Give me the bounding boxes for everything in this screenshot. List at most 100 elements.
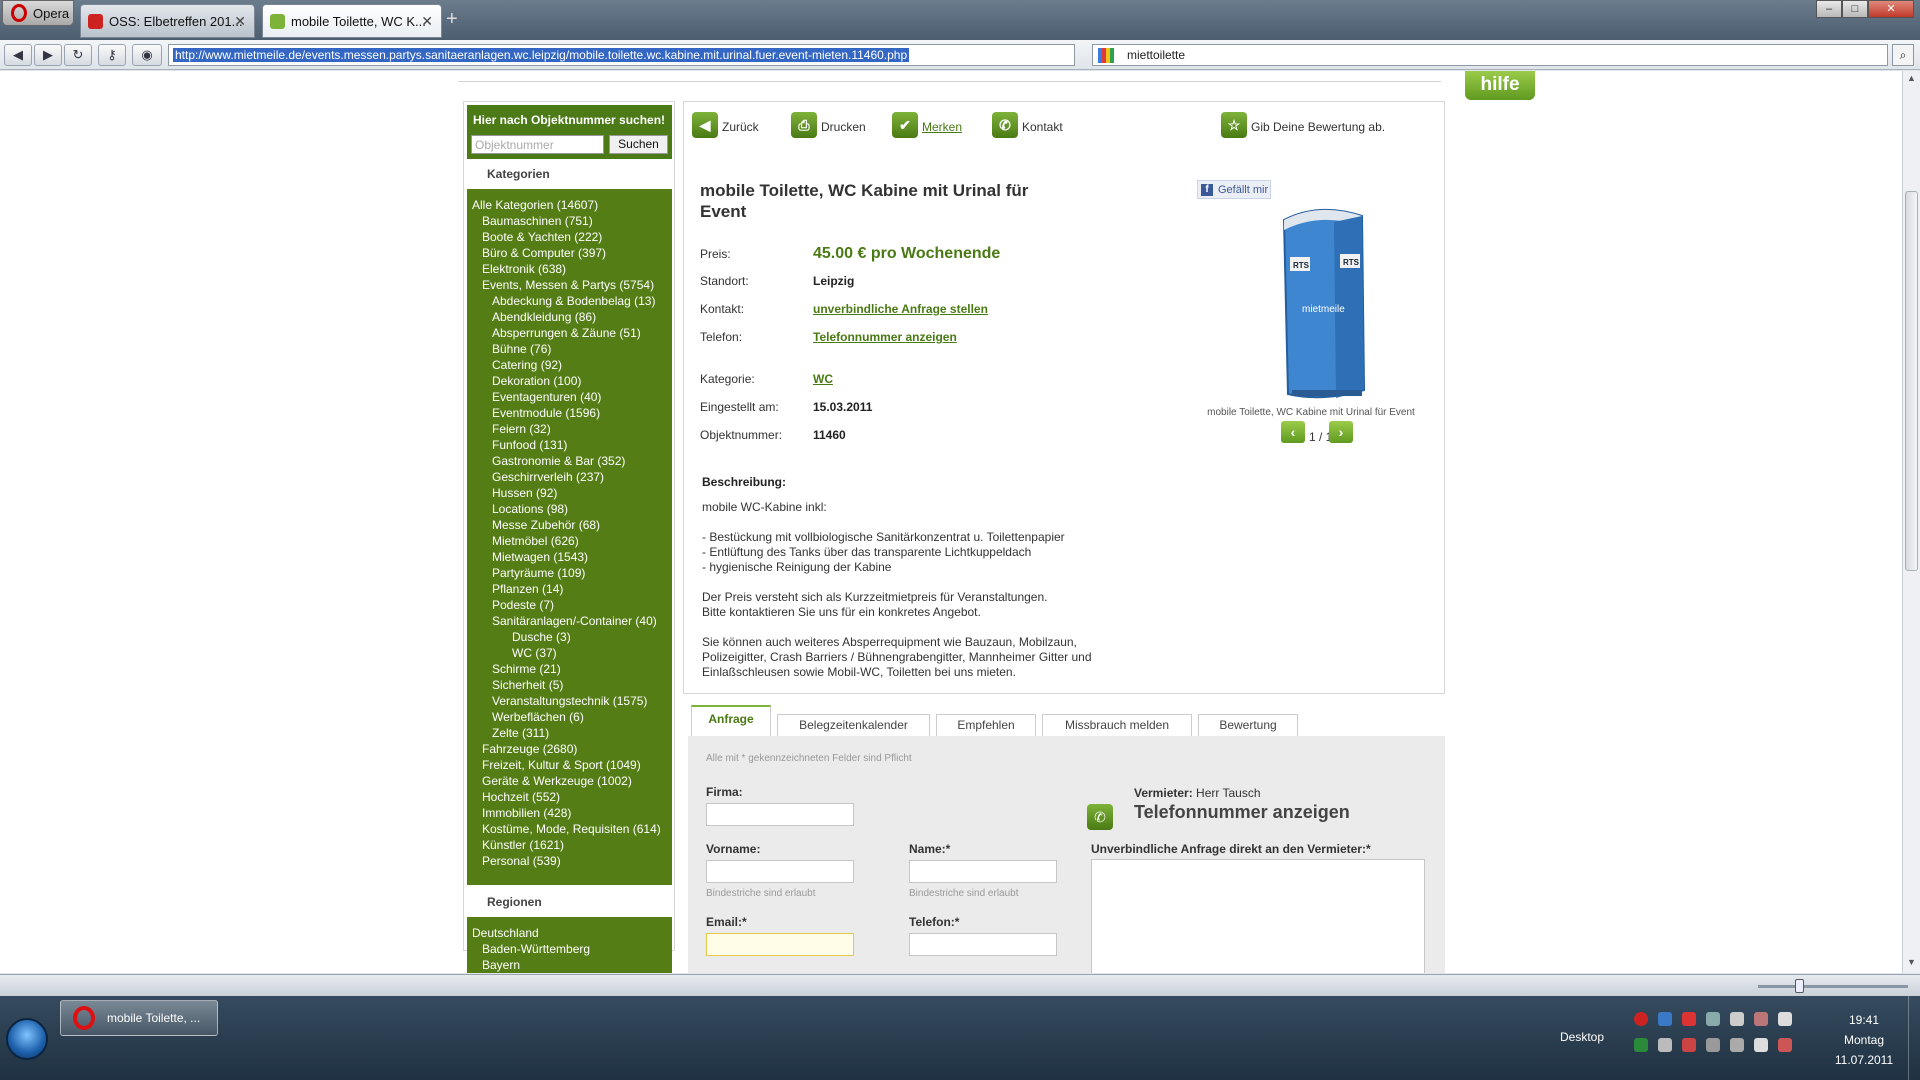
prev-image-button[interactable]: ‹	[1281, 421, 1305, 443]
category-item[interactable]: Eventmodule (1596)	[472, 405, 672, 421]
tab-missbrauch-melden[interactable]: Missbrauch melden	[1042, 714, 1192, 736]
forward-button[interactable]: ▶	[34, 44, 62, 66]
category-item[interactable]: Eventagenturen (40)	[472, 389, 672, 405]
region-item[interactable]: Baden-Württemberg	[472, 941, 672, 957]
telefon-input[interactable]	[909, 933, 1057, 956]
category-item[interactable]: Messe Zubehör (68)	[472, 517, 672, 533]
desktop-toolbar-label[interactable]: Desktop	[1560, 1030, 1604, 1044]
tray-network-icon[interactable]	[1658, 1012, 1672, 1026]
category-item[interactable]: Zelte (311)	[472, 725, 672, 741]
taskbar-opera-button[interactable]: mobile Toilette, ...	[60, 1000, 218, 1036]
vertical-scrollbar[interactable]: ▲ ▼	[1902, 71, 1920, 973]
reload-button[interactable]: ↻	[64, 44, 92, 66]
search-icon[interactable]: ⌕	[1892, 44, 1914, 66]
scroll-up-icon[interactable]: ▲	[1905, 73, 1918, 87]
facebook-like-button[interactable]: f Gefällt mir	[1197, 180, 1271, 199]
category-item[interactable]: Catering (92)	[472, 357, 672, 373]
back-action[interactable]: ◀ Zurück	[692, 112, 759, 140]
site-info-icon[interactable]: ◉	[132, 44, 162, 66]
tray-power-icon[interactable]	[1658, 1038, 1672, 1052]
wand-icon[interactable]: ⚷	[98, 44, 126, 66]
search-input[interactable]: miettoilette	[1092, 44, 1888, 66]
zoom-slider-handle[interactable]	[1795, 979, 1804, 993]
tab-belegzeitenkalender[interactable]: Belegzeitenkalender	[777, 714, 930, 736]
tab-elbetreffen[interactable]: OSS: Elbetreffen 201... ✕	[80, 4, 255, 38]
close-tab-icon[interactable]: ✕	[234, 13, 246, 30]
category-link[interactable]: WC	[813, 372, 833, 386]
category-item[interactable]: Dusche (3)	[472, 629, 672, 645]
next-image-button[interactable]: ›	[1329, 421, 1353, 443]
tab-mobile-toilette[interactable]: mobile Toilette, WC K... ✕	[262, 4, 442, 38]
category-item[interactable]: Bühne (76)	[472, 341, 672, 357]
firma-input[interactable]	[706, 803, 854, 826]
start-button[interactable]	[6, 1018, 48, 1060]
category-item[interactable]: Büro & Computer (397)	[472, 245, 672, 261]
maximize-button[interactable]: □	[1842, 0, 1868, 18]
category-item[interactable]: Pflanzen (14)	[472, 581, 672, 597]
category-item[interactable]: Baumaschinen (751)	[472, 213, 672, 229]
tray-flag-icon[interactable]	[1682, 1038, 1696, 1052]
new-tab-button[interactable]: +	[446, 8, 458, 31]
category-item[interactable]: Mietwagen (1543)	[472, 549, 672, 565]
vorname-input[interactable]	[706, 860, 854, 883]
opera-menu-button[interactable]: Opera	[2, 0, 74, 26]
category-item[interactable]: Werbeflächen (6)	[472, 709, 672, 725]
rate-action[interactable]: ☆ Gib Deine Bewertung ab.	[1221, 112, 1385, 140]
show-desktop-button[interactable]	[1908, 996, 1920, 1080]
tray-opera-icon[interactable]	[1634, 1012, 1648, 1026]
url-input[interactable]: http://www.mietmeile.de/events.messen.pa…	[168, 44, 1075, 66]
category-item[interactable]: Alle Kategorien (14607)	[472, 197, 672, 213]
help-button[interactable]: hilfe	[1465, 71, 1535, 100]
region-item[interactable]: Deutschland	[472, 925, 672, 941]
region-item[interactable]: Bayern	[472, 957, 672, 973]
product-image[interactable]: RTS RTS mietmeile	[1262, 202, 1377, 407]
show-phone-link[interactable]: Telefonnummer anzeigen	[813, 330, 957, 344]
tray-speaker-icon[interactable]	[1778, 1038, 1792, 1052]
category-item[interactable]: Gastronomie & Bar (352)	[472, 453, 672, 469]
scroll-thumb[interactable]	[1905, 191, 1918, 571]
category-item[interactable]: Veranstaltungstechnik (1575)	[472, 693, 672, 709]
category-item[interactable]: Fahrzeuge (2680)	[472, 741, 672, 757]
category-item[interactable]: Sicherheit (5)	[472, 677, 672, 693]
category-item[interactable]: WC (37)	[472, 645, 672, 661]
category-item[interactable]: Abdeckung & Bodenbelag (13)	[472, 293, 672, 309]
category-item[interactable]: Sanitäranlagen/-Container (40)	[472, 613, 672, 629]
tray-keyboard-icon[interactable]	[1730, 1038, 1744, 1052]
tab-empfehlen[interactable]: Empfehlen	[936, 714, 1036, 736]
name-input[interactable]	[909, 860, 1057, 883]
back-button[interactable]: ◀	[4, 44, 32, 66]
category-item[interactable]: Partyräume (109)	[472, 565, 672, 581]
category-item[interactable]: Hussen (92)	[472, 485, 672, 501]
inquiry-link[interactable]: unverbindliche Anfrage stellen	[813, 302, 988, 316]
close-window-button[interactable]: ✕	[1868, 0, 1914, 18]
category-item[interactable]: Schirme (21)	[472, 661, 672, 677]
tab-bewertung[interactable]: Bewertung	[1198, 714, 1298, 736]
show-phone-heading[interactable]: Telefonnummer anzeigen	[1134, 802, 1350, 823]
zoom-slider[interactable]	[1758, 985, 1908, 988]
object-search-button[interactable]: Suchen	[609, 135, 668, 154]
category-item[interactable]: Boote & Yachten (222)	[472, 229, 672, 245]
category-item[interactable]: Kostüme, Mode, Requisiten (614)	[472, 821, 672, 837]
category-item[interactable]: Künstler (1621)	[472, 837, 672, 853]
remember-action[interactable]: ✔ Merken	[892, 112, 962, 140]
contact-action[interactable]: ✆ Kontakt	[992, 112, 1063, 140]
minimize-button[interactable]: –	[1816, 0, 1842, 18]
category-item[interactable]: Absperrungen & Zäune (51)	[472, 325, 672, 341]
message-textarea[interactable]	[1091, 859, 1425, 973]
category-item[interactable]: Funfood (131)	[472, 437, 672, 453]
close-tab-icon[interactable]: ✕	[421, 13, 433, 30]
tray-alert-icon[interactable]	[1682, 1012, 1696, 1026]
category-item[interactable]: Podeste (7)	[472, 597, 672, 613]
category-item[interactable]: Freizeit, Kultur & Sport (1049)	[472, 757, 672, 773]
print-action[interactable]: ⎙ Drucken	[791, 112, 866, 140]
tray-volume-icon[interactable]	[1730, 1012, 1744, 1026]
object-number-input[interactable]: Objektnummer	[471, 135, 604, 154]
tray-usb-icon[interactable]	[1706, 1038, 1720, 1052]
category-item[interactable]: Geschirrverleih (237)	[472, 469, 672, 485]
category-item[interactable]: Dekoration (100)	[472, 373, 672, 389]
category-item[interactable]: Immobilien (428)	[472, 805, 672, 821]
category-item[interactable]: Geräte & Werkzeuge (1002)	[472, 773, 672, 789]
category-item[interactable]: Feiern (32)	[472, 421, 672, 437]
system-clock[interactable]: 19:41 Montag 11.07.2011	[1820, 1010, 1908, 1070]
category-item[interactable]: Locations (98)	[472, 501, 672, 517]
